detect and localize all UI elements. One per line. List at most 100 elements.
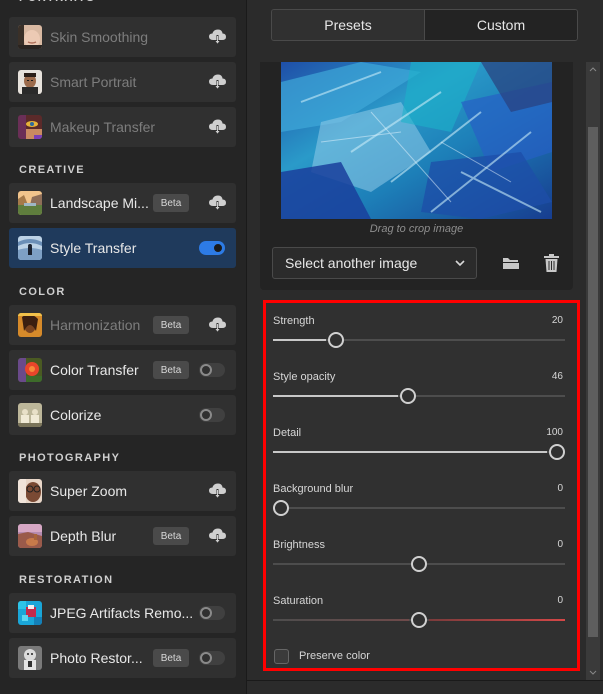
filter-thumbnail [18,524,42,548]
beta-badge: Beta [153,361,189,379]
filter-label: Depth Blur [50,528,117,544]
scroll-up-icon[interactable] [589,66,597,72]
filter-item-makeup-transfer[interactable]: Makeup Transfer [9,107,236,147]
brightness-slider[interactable] [273,556,565,572]
filter-label: Smart Portrait [50,74,137,90]
filter-toggle[interactable] [199,363,225,377]
filter-thumbnail [18,403,42,427]
detail-value: 100 [546,427,563,438]
strength-slider[interactable] [273,332,565,348]
panel-scrollbar[interactable] [586,62,600,680]
background-blur-value: 0 [557,483,563,494]
filter-item-style-transfer[interactable]: Style Transfer [9,228,236,268]
select-image-label: Select another image [285,255,418,271]
filter-thumbnail [18,236,42,260]
background-blur-slider-handle[interactable] [273,500,289,516]
bottom-bar [247,680,603,694]
filter-item-super-zoom[interactable]: Super Zoom [9,471,236,511]
filter-thumbnail [18,70,42,94]
strength-slider-handle[interactable] [328,332,345,348]
strength-slider-fill [273,339,327,341]
scroll-down-icon[interactable] [589,670,597,676]
tab-custom[interactable]: Custom [424,10,577,40]
filter-item-landscape-mi[interactable]: Landscape Mi... Beta [9,183,236,223]
background-blur-slider[interactable] [273,500,565,516]
tab-presets[interactable]: Presets [272,10,424,40]
filter-label: Style Transfer [50,240,137,256]
filter-item-harmonization[interactable]: Harmonization Beta [9,305,236,345]
preserve-color-label: Preserve color [299,650,370,662]
brightness-slider-handle[interactable] [411,556,427,572]
section-title-creative: CREATIVE [19,164,86,176]
filter-item-depth-blur[interactable]: Depth Blur Beta [9,516,236,556]
toggle-knob [212,242,224,254]
filter-label: Harmonization [50,317,141,333]
beta-badge: Beta [153,649,189,667]
toggle-knob [200,652,212,664]
filter-label: Makeup Transfer [50,119,156,135]
style-opacity-slider[interactable] [273,388,565,404]
filter-item-smart-portrait[interactable]: Smart Portrait [9,62,236,102]
strength-label: Strength [273,315,315,327]
crop-hint: Drag to crop image [369,223,464,235]
background-blur-label: Background blur [273,483,354,495]
beta-badge: Beta [153,194,189,212]
detail-label: Detail [273,427,302,439]
filter-thumbnail [18,479,42,503]
style-opacity-label: Style opacity [273,371,336,383]
section-title-portraits: PORTRAITS [19,0,95,4]
section-title-color: COLOR [19,286,66,298]
custom-controls-panel: Strength 20 Style opacity 46 Detail 100 Backgr… [263,300,580,671]
filter-item-color-transfer[interactable]: Color Transfer Beta [9,350,236,390]
scrollbar-thumb[interactable] [588,127,598,637]
filter-label: Color Transfer [50,362,139,378]
section-title-restoration: RESTORATION [19,574,114,586]
toggle-knob [200,409,212,421]
filter-label: Skin Smoothing [50,29,149,45]
strength-value: 20 [551,315,563,326]
saturation-track-low [273,619,409,621]
saturation-slider[interactable] [273,612,565,628]
filter-item-colorize[interactable]: Colorize [9,395,236,435]
filter-thumbnail [18,358,42,382]
cloud-download-icon[interactable] [209,119,226,135]
filter-label: Landscape Mi... [50,195,149,211]
filter-toggle[interactable] [199,241,225,255]
section-title-photography: PHOTOGRAPHY [19,452,121,464]
style-reference-image[interactable] [281,62,552,219]
filter-toggle[interactable] [199,606,225,620]
filter-thumbnail [18,191,42,215]
saturation-slider-handle[interactable] [411,612,427,628]
filter-thumbnail [18,115,42,139]
trash-icon[interactable] [544,254,559,272]
filter-thumbnail [18,601,42,625]
cloud-download-icon[interactable] [209,317,226,333]
style-opacity-value: 46 [551,371,563,382]
saturation-value: 0 [557,595,563,606]
cloud-download-icon[interactable] [209,29,226,45]
saturation-track-high [429,619,565,621]
brightness-label: Brightness [273,539,325,551]
detail-slider-handle[interactable] [549,444,565,460]
cloud-download-icon[interactable] [209,74,226,90]
saturation-label: Saturation [273,595,324,607]
abstract-paint-image [281,62,552,219]
filter-toggle[interactable] [199,408,225,422]
filter-item-skin-smoothing[interactable]: Skin Smoothing [9,17,236,57]
detail-slider[interactable] [273,444,565,460]
cloud-download-icon[interactable] [209,528,226,544]
folder-icon[interactable] [502,255,520,271]
preserve-color-checkbox[interactable] [274,649,289,664]
beta-badge: Beta [153,527,189,545]
filter-label: Photo Restor... [50,650,143,666]
filter-thumbnail [18,313,42,337]
filter-label: Super Zoom [50,483,128,499]
cloud-download-icon[interactable] [209,195,226,211]
filter-toggle[interactable] [199,651,225,665]
filter-item-jpeg-artifacts-remo[interactable]: JPEG Artifacts Remo... [9,593,236,633]
select-image-dropdown[interactable]: Select another image [272,247,477,279]
filter-item-photo-restor[interactable]: Photo Restor... Beta [9,638,236,678]
style-opacity-slider-handle[interactable] [399,388,416,404]
cloud-download-icon[interactable] [209,483,226,499]
filter-thumbnail [18,646,42,670]
